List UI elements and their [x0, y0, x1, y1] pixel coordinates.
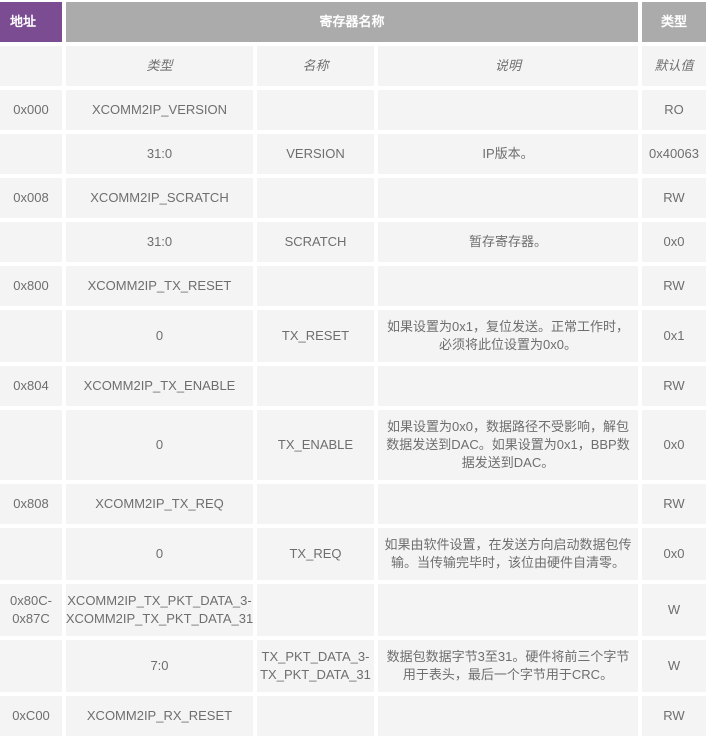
- field-row: 7:0TX_PKT_DATA_3-TX_PKT_DATA_31数据包数据字节3至…: [0, 640, 706, 692]
- header-register-name: 寄存器名称: [66, 2, 638, 42]
- cell-register-name: XCOMM2IP_TX_RESET: [66, 266, 253, 306]
- cell-field-name: [257, 90, 374, 130]
- cell-default-value: W: [642, 640, 706, 692]
- cell-address: [0, 528, 62, 580]
- cell-field-name: TX_PKT_DATA_3-TX_PKT_DATA_31: [257, 640, 374, 692]
- table-body: 0x000XCOMM2IP_VERSIONRO31:0VERSIONIP版本。0…: [0, 90, 706, 736]
- cell-access-type: RW: [642, 266, 706, 306]
- cell-register-name: XCOMM2IP_TX_REQ: [66, 484, 253, 524]
- cell-default-value: 0x1: [642, 310, 706, 362]
- cell-register-name: XCOMM2IP_TX_ENABLE: [66, 366, 253, 406]
- cell-description: 暂存寄存器。: [378, 222, 638, 262]
- cell-description: [378, 266, 638, 306]
- subheader-description: 说明: [378, 46, 638, 86]
- cell-address: [0, 410, 62, 480]
- table-subheader-row: 类型 名称 说明 默认值: [0, 46, 706, 86]
- cell-field-name: VERSION: [257, 134, 374, 174]
- cell-access-type: RW: [642, 484, 706, 524]
- cell-register-name: XCOMM2IP_TX_PKT_DATA_3-XCOMM2IP_TX_PKT_D…: [66, 584, 253, 636]
- register-row: 0x808XCOMM2IP_TX_REQ RW: [0, 484, 706, 524]
- subheader-default-value: 默认值: [642, 46, 706, 86]
- register-row: 0xC00XCOMM2IP_RX_RESET RW: [0, 696, 706, 736]
- register-row: 0x804XCOMM2IP_TX_ENABLE RW: [0, 366, 706, 406]
- subheader-name: 名称: [257, 46, 374, 86]
- cell-address: [0, 222, 62, 262]
- cell-field-name: [257, 584, 374, 636]
- cell-description: [378, 484, 638, 524]
- field-row: 31:0VERSIONIP版本。0x40063: [0, 134, 706, 174]
- cell-field-name: [257, 266, 374, 306]
- cell-register-name: XCOMM2IP_RX_RESET: [66, 696, 253, 736]
- cell-address: 0x80C-0x87C: [0, 584, 62, 636]
- cell-description: [378, 90, 638, 130]
- register-row: 0x000XCOMM2IP_VERSION RO: [0, 90, 706, 130]
- register-map-table: 地址 寄存器名称 类型 类型 名称 说明 默认值 0x000XCOMM2IP_V…: [0, 0, 706, 736]
- cell-bits: 31:0: [66, 134, 253, 174]
- cell-address: 0x800: [0, 266, 62, 306]
- cell-field-name: SCRATCH: [257, 222, 374, 262]
- cell-description: 数据包数据字节3至31。硬件将前三个字节用于表头，最后一个字节用于CRC。: [378, 640, 638, 692]
- register-row: 0x800XCOMM2IP_TX_RESET RW: [0, 266, 706, 306]
- cell-description: [378, 696, 638, 736]
- cell-default-value: 0x40063: [642, 134, 706, 174]
- field-row: 31:0SCRATCH暂存寄存器。0x0: [0, 222, 706, 262]
- cell-access-type: RW: [642, 366, 706, 406]
- cell-default-value: 0x0: [642, 528, 706, 580]
- cell-register-name: XCOMM2IP_VERSION: [66, 90, 253, 130]
- header-type: 类型: [642, 2, 706, 42]
- cell-description: [378, 178, 638, 218]
- cell-description: [378, 366, 638, 406]
- cell-address: 0xC00: [0, 696, 62, 736]
- field-row: 0TX_RESET如果设置为0x1，复位发送。正常工作时，必须将此位设置为0x0…: [0, 310, 706, 362]
- cell-description: 如果设置为0x0，数据路径不受影响，解包数据发送到DAC。如果设置为0x1，BB…: [378, 410, 638, 480]
- cell-access-type: W: [642, 584, 706, 636]
- cell-field-name: TX_ENABLE: [257, 410, 374, 480]
- cell-field-name: TX_RESET: [257, 310, 374, 362]
- cell-address: 0x804: [0, 366, 62, 406]
- subheader-type: 类型: [66, 46, 253, 86]
- cell-bits: 0: [66, 410, 253, 480]
- cell-description: 如果由软件设置，在发送方向启动数据包传输。当传输完毕时，该位由硬件自清零。: [378, 528, 638, 580]
- cell-address: [0, 640, 62, 692]
- cell-field-name: [257, 178, 374, 218]
- cell-bits: 7:0: [66, 640, 253, 692]
- table-header-row: 地址 寄存器名称 类型: [0, 2, 706, 42]
- cell-field-name: [257, 484, 374, 524]
- header-address: 地址: [0, 2, 62, 42]
- cell-address: 0x000: [0, 90, 62, 130]
- cell-address: [0, 134, 62, 174]
- cell-address: [0, 310, 62, 362]
- cell-access-type: RO: [642, 90, 706, 130]
- cell-address: 0x008: [0, 178, 62, 218]
- field-row: 0TX_ENABLE如果设置为0x0，数据路径不受影响，解包数据发送到DAC。如…: [0, 410, 706, 480]
- field-row: 0TX_REQ如果由软件设置，在发送方向启动数据包传输。当传输完毕时，该位由硬件…: [0, 528, 706, 580]
- cell-access-type: RW: [642, 178, 706, 218]
- cell-description: 如果设置为0x1，复位发送。正常工作时，必须将此位设置为0x0。: [378, 310, 638, 362]
- cell-field-name: TX_REQ: [257, 528, 374, 580]
- cell-access-type: RW: [642, 696, 706, 736]
- cell-description: [378, 584, 638, 636]
- cell-default-value: 0x0: [642, 222, 706, 262]
- cell-default-value: 0x0: [642, 410, 706, 480]
- register-row: 0x80C-0x87CXCOMM2IP_TX_PKT_DATA_3-XCOMM2…: [0, 584, 706, 636]
- cell-bits: 0: [66, 310, 253, 362]
- cell-field-name: [257, 696, 374, 736]
- cell-bits: 0: [66, 528, 253, 580]
- cell-description: IP版本。: [378, 134, 638, 174]
- cell-field-name: [257, 366, 374, 406]
- cell-register-name: XCOMM2IP_SCRATCH: [66, 178, 253, 218]
- subheader-blank-cell: [0, 46, 62, 86]
- cell-bits: 31:0: [66, 222, 253, 262]
- register-row: 0x008XCOMM2IP_SCRATCH RW: [0, 178, 706, 218]
- cell-address: 0x808: [0, 484, 62, 524]
